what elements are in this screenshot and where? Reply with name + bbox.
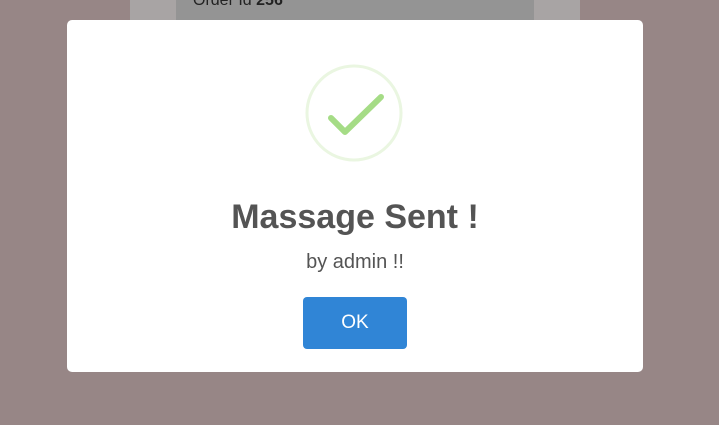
ok-button[interactable]: OK xyxy=(303,297,407,349)
background-order-id: Order Id 256 xyxy=(193,0,283,10)
dialog-message: by admin !! xyxy=(306,251,404,273)
success-check-icon xyxy=(305,64,403,162)
order-id-value: 256 xyxy=(256,0,283,9)
order-id-label: Order Id xyxy=(193,0,252,9)
dialog-title: Massage Sent ! xyxy=(231,198,479,236)
alert-dialog: Massage Sent ! by admin !! OK xyxy=(67,20,643,372)
